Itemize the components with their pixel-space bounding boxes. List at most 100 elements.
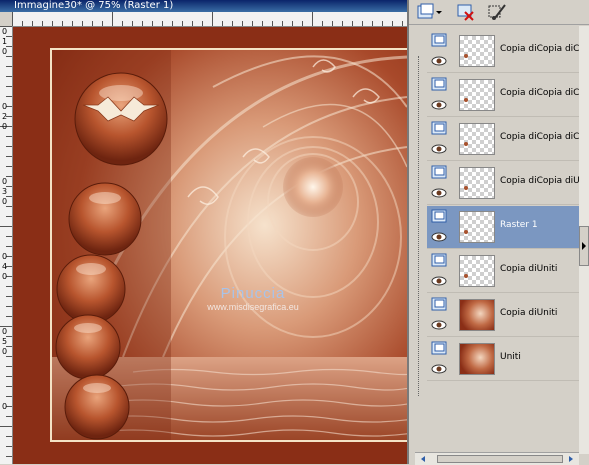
ruler-label: 0 [2,347,8,356]
ruler-tick [162,21,163,26]
layer-name: Copia diUniti [500,264,558,274]
ruler-tick [72,21,73,26]
layer-thumbnail [459,211,495,243]
ruler-tick [42,21,43,26]
tree-connector [418,56,420,396]
document-window: Immagine30* @ 75% (Raster 1) 01002003004… [0,0,407,464]
ruler-tick [332,21,333,26]
scroll-right-icon[interactable] [565,453,577,465]
layer-type-icon [431,341,447,374]
ruler-tick [172,21,173,26]
ruler-tick [92,21,93,26]
ruler-label: 1 [2,37,8,46]
watermark-url: www.misdisegrafica.eu [207,302,299,312]
layer-row[interactable]: Copia diCopia diUniti [427,162,583,205]
ruler-tick [6,246,12,247]
ruler-tick [6,216,12,217]
ruler-tick [6,446,12,447]
scroll-thumb-horizontal[interactable] [437,455,563,463]
layer-visibility-toggle[interactable] [430,209,448,245]
layer-row[interactable]: Uniti [427,338,583,381]
ruler-tick [52,21,53,26]
ruler-tick [6,236,12,237]
vertical-ruler: 0100200300400500 [0,26,13,464]
layer-type-icon [431,121,447,154]
ruler-label: 0 [2,27,8,36]
layers-horizontal-scrollbar[interactable] [415,452,579,465]
layer-name: Copia diCopia diUniti [500,176,583,186]
layer-name: Raster 1 [500,220,538,230]
layer-name: Copia diCopia diCopia [500,132,583,142]
ruler-label: 4 [2,262,8,271]
ruler-label: 3 [2,187,8,196]
ruler-tick [6,386,12,387]
ruler-tick [6,296,12,297]
layer-thumbnail [459,343,495,375]
layer-row[interactable]: Copia diCopia diCopia [427,74,583,117]
layer-type-icon [431,165,447,198]
layer-type-icon [431,33,447,66]
new-layer-button[interactable] [415,2,443,22]
layer-row[interactable]: Copia diUniti [427,250,583,293]
ruler-tick [142,21,143,26]
ruler-tick [132,21,133,26]
ruler-tick [352,21,353,26]
ruler-tick [6,56,12,57]
layer-name: Copia diCopia diCopia [500,44,583,54]
layer-type-icon [431,297,447,330]
ruler-label: 0 [2,252,8,261]
ruler-tick [6,76,12,77]
ruler-tick [112,12,113,26]
ruler-tick [272,21,273,26]
ruler-tick [6,66,12,67]
layer-visibility-toggle[interactable] [430,33,448,69]
layer-visibility-toggle[interactable] [430,77,448,113]
delete-layer-button[interactable] [455,2,477,22]
layer-name: Copia diUniti [500,308,558,318]
ruler-tick [6,436,12,437]
ruler-tick [282,21,283,26]
scroll-left-icon[interactable] [417,453,429,465]
ruler-tick [402,21,403,26]
ruler-label: 0 [2,122,8,131]
layer-row[interactable]: Raster 1 [427,206,583,249]
ruler-tick [6,166,12,167]
layers-toolbar [409,0,589,25]
ruler-label: 5 [2,337,8,346]
layer-visibility-toggle[interactable] [430,297,448,333]
ruler-tick [292,21,293,26]
edit-layer-button[interactable] [487,2,509,22]
layer-visibility-toggle[interactable] [430,253,448,289]
layer-visibility-toggle[interactable] [430,341,448,377]
ruler-tick [12,12,13,26]
ruler-tick [342,21,343,26]
ruler-tick [152,21,153,26]
ruler-tick [6,456,12,457]
ruler-tick [212,12,213,26]
ruler-tick [182,21,183,26]
new-layer-icon [417,3,442,19]
layer-visibility-toggle[interactable] [430,165,448,201]
layer-type-icon [431,209,447,242]
ruler-tick [362,21,363,26]
layers-palette: Copia diCopia diCopia Copia diCopia diCop… [407,0,589,465]
ruler-tick [22,21,23,26]
ruler-label: 0 [2,327,8,336]
layer-row[interactable]: Copia diCopia diCopia [427,118,583,161]
ruler-tick [202,21,203,26]
ruler-label: 0 [2,197,8,206]
ruler-tick [262,21,263,26]
layer-row[interactable]: Copia diUniti [427,294,583,337]
layer-thumbnail [459,35,495,67]
layer-type-icon [431,77,447,110]
layer-row[interactable]: Copia diCopia diCopia [427,30,583,73]
image-canvas[interactable]: Pinuccia www.misdisegrafica.eu [13,27,407,464]
layer-thumbnail [459,123,495,155]
layer-visibility-toggle[interactable] [430,121,448,157]
ruler-tick [6,156,12,157]
ruler-tick [102,21,103,26]
ruler-tick [222,21,223,26]
document-title-bar[interactable]: Immagine30* @ 75% (Raster 1) [0,0,407,12]
ruler-tick [6,376,12,377]
layers-vertical-scrollbar[interactable] [579,26,589,454]
